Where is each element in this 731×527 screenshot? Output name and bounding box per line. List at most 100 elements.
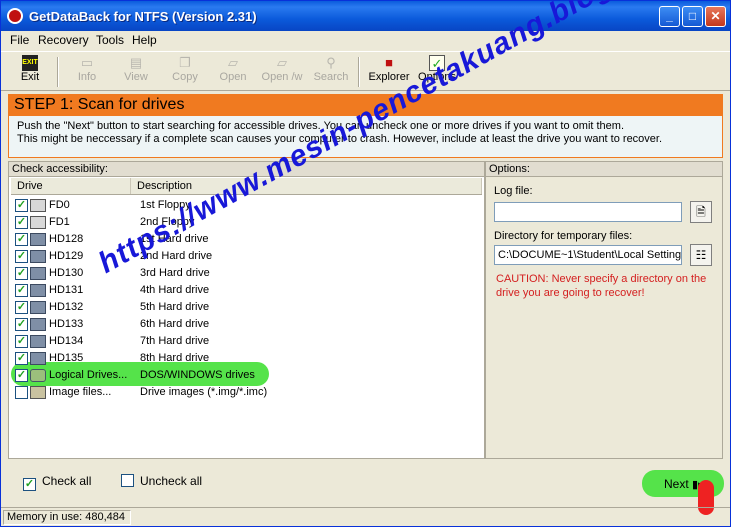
drive-row[interactable]: ✓ HD128 1st Hard drive <box>13 231 473 248</box>
floppy-drive-icon <box>30 199 46 212</box>
document-icon: 🗎 <box>696 205 706 219</box>
options-panel-caption: Options: <box>486 162 722 177</box>
check-all-checkbox[interactable]: ✓ Check all <box>23 474 91 491</box>
drive-checkbox[interactable]: ✓ <box>15 216 28 229</box>
hd-drive-icon <box>30 284 46 297</box>
hd-drive-icon <box>30 335 46 348</box>
drive-description: 7th Hard drive <box>140 335 210 347</box>
drive-name: HD130 <box>49 267 84 279</box>
drive-name: HD134 <box>49 335 84 347</box>
app-window: GetDataBack for NTFS (Version 2.31) _ □ … <box>0 0 731 527</box>
folder-tree-icon: ☷ <box>695 248 707 262</box>
drive-row[interactable]: ✓ FD1 2nd Floppy <box>13 214 473 231</box>
drive-row[interactable]: ✓ HD135 8th Hard drive <box>13 350 473 367</box>
app-icon <box>7 8 23 24</box>
image-drive-icon <box>30 386 46 399</box>
drive-row[interactable]: ✓ HD132 5th Hard drive <box>13 299 473 316</box>
toolbar: EXIT Exit ▭ Info ▤ View ❐ Copy ▱ Open ▱ … <box>1 51 730 91</box>
open-label: Open <box>219 71 247 83</box>
drive-row[interactable]: ✓ Logical Drives... DOS/WINDOWS drives <box>13 367 473 384</box>
drive-row[interactable]: ✓ HD131 4th Hard drive <box>13 282 473 299</box>
drive-name: HD131 <box>49 284 84 296</box>
drive-name: Logical Drives... <box>49 369 128 381</box>
drive-description: 6th Hard drive <box>140 318 210 330</box>
drive-checkbox[interactable]: ✓ <box>15 318 28 331</box>
minimize-button[interactable]: _ <box>659 6 680 27</box>
view-button[interactable]: ▤ View <box>118 55 154 89</box>
drive-row[interactable]: Image files... Drive images (*.img/*.imc) <box>13 384 473 401</box>
menu-bar: File Recovery Tools Help <box>1 31 730 50</box>
open-with-label: Open /w <box>261 71 303 83</box>
hd-drive-icon <box>30 250 46 263</box>
drive-name: HD132 <box>49 301 84 313</box>
log-file-label: Log file: <box>494 185 533 197</box>
drive-checkbox[interactable]: ✓ <box>15 284 28 297</box>
info-label: Info <box>77 71 97 83</box>
search-label: Search <box>313 71 349 83</box>
exit-icon: EXIT <box>22 55 38 71</box>
open-button[interactable]: ▱ Open <box>215 55 251 89</box>
uncheck-all-box[interactable] <box>121 474 134 487</box>
status-bar: Memory in use: 480,484 <box>1 507 730 526</box>
menu-file[interactable]: File <box>10 33 29 47</box>
floppy-drive-icon <box>30 216 46 229</box>
info-icon: ▭ <box>80 55 94 70</box>
exit-button[interactable]: EXIT Exit <box>13 55 47 89</box>
drive-description: 4th Hard drive <box>140 284 210 296</box>
copy-icon: ❐ <box>179 55 191 70</box>
next-label: Next <box>664 477 689 491</box>
hd-drive-icon <box>30 233 46 246</box>
maximize-button[interactable]: □ <box>682 6 703 27</box>
close-button[interactable]: ✕ <box>705 6 726 27</box>
drive-description: DOS/WINDOWS drives <box>140 369 255 381</box>
drive-name: HD128 <box>49 233 84 245</box>
uncheck-all-label: Uncheck all <box>140 474 203 488</box>
drive-name: HD133 <box>49 318 84 330</box>
drive-row[interactable]: ✓ HD134 7th Hard drive <box>13 333 473 350</box>
info-button[interactable]: ▭ Info <box>69 55 105 89</box>
temp-dir-label: Directory for temporary files: <box>494 230 633 242</box>
drive-checkbox[interactable]: ✓ <box>15 369 28 382</box>
drive-checkbox[interactable]: ✓ <box>15 233 28 246</box>
drive-checkbox[interactable]: ✓ <box>15 250 28 263</box>
drive-name: Image files... <box>49 386 112 398</box>
drive-name: HD135 <box>49 352 84 364</box>
caution-text: CAUTION: Never specify a directory on th… <box>496 273 707 299</box>
drive-row[interactable]: ✓ HD129 2nd Hard drive <box>13 248 473 265</box>
drive-row[interactable]: ✓ HD130 3rd Hard drive <box>13 265 473 282</box>
drive-description: 3rd Hard drive <box>140 267 210 279</box>
menu-help[interactable]: Help <box>132 33 157 47</box>
copy-label: Copy <box>172 71 198 83</box>
uncheck-all-checkbox[interactable]: Uncheck all <box>121 474 202 488</box>
log-file-input[interactable] <box>494 202 682 222</box>
open-with-button[interactable]: ▱ Open /w <box>259 55 305 89</box>
temp-dir-input[interactable]: C:\DOCUME~1\Student\Local Settings <box>494 245 682 265</box>
memory-status: Memory in use: 480,484 <box>3 510 131 525</box>
title-bar[interactable]: GetDataBack for NTFS (Version 2.31) _ □ … <box>1 1 730 31</box>
drive-checkbox[interactable]: ✓ <box>15 352 28 365</box>
column-drive[interactable]: Drive <box>11 178 131 194</box>
menu-recovery[interactable]: Recovery <box>38 33 89 47</box>
open-with-icon: ▱ <box>277 55 287 70</box>
check-all-box[interactable]: ✓ <box>23 478 36 491</box>
explorer-icon: ■ <box>385 55 393 70</box>
logical-drive-icon <box>30 369 46 382</box>
column-description[interactable]: Description <box>131 178 482 194</box>
drive-checkbox[interactable] <box>15 386 28 399</box>
temp-dir-browse-button[interactable]: ☷ <box>690 244 712 266</box>
view-icon: ▤ <box>129 55 143 70</box>
search-button[interactable]: ⚲ Search <box>312 55 350 89</box>
exit-label: Exit <box>20 71 40 83</box>
menu-tools[interactable]: Tools <box>96 33 124 47</box>
hd-drive-icon <box>30 267 46 280</box>
drive-checkbox[interactable]: ✓ <box>15 199 28 212</box>
drive-checkbox[interactable]: ✓ <box>15 301 28 314</box>
drive-row[interactable]: ✓ HD133 6th Hard drive <box>13 316 473 333</box>
copy-button[interactable]: ❐ Copy <box>167 55 203 89</box>
drive-checkbox[interactable]: ✓ <box>15 335 28 348</box>
drive-checkbox[interactable]: ✓ <box>15 267 28 280</box>
window-title: GetDataBack for NTFS (Version 2.31) <box>29 9 257 24</box>
log-file-browse-button[interactable]: 🗎 <box>690 201 712 223</box>
drive-description: Drive images (*.img/*.imc) <box>140 386 268 398</box>
hd-drive-icon <box>30 318 46 331</box>
